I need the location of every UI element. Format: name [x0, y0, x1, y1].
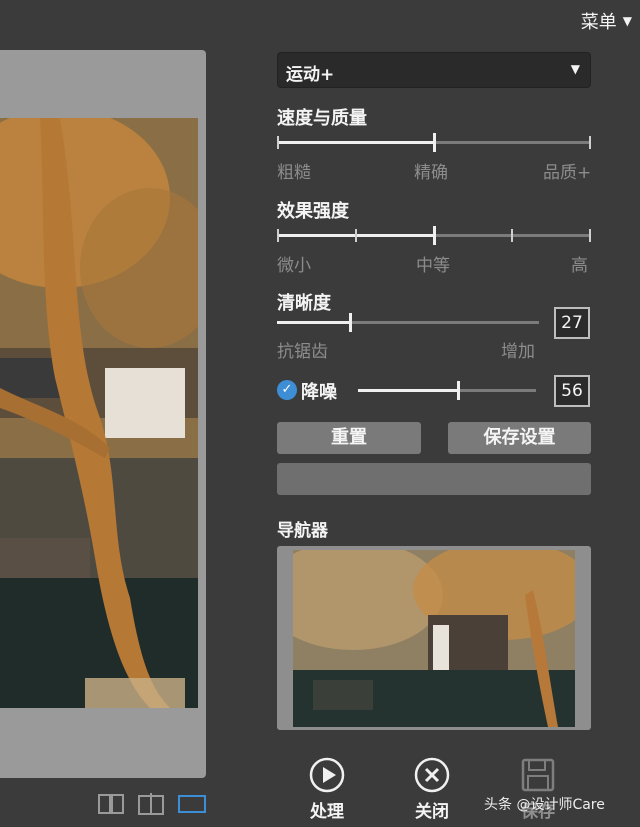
process-button[interactable]: 处理 — [304, 757, 350, 822]
single-view-icon[interactable] — [178, 794, 206, 818]
dropdown-arrow-icon: ▼ — [570, 62, 580, 76]
sharpness-thumb[interactable] — [349, 313, 352, 332]
save-icon — [520, 757, 556, 793]
save-settings-button[interactable]: 保存设置 — [448, 422, 591, 454]
effect-label-high: 高 — [571, 256, 588, 276]
speed-label-coarse: 粗糙 — [277, 163, 311, 183]
slider-tick — [277, 136, 279, 149]
speed-label-quality: 品质+ — [543, 163, 592, 183]
sharpness-title: 清晰度 — [277, 293, 331, 314]
denoise-checkbox[interactable]: ✓ — [277, 380, 297, 400]
sharpness-value-field[interactable]: 27 — [554, 307, 590, 339]
sharpness-slider[interactable] — [277, 313, 539, 332]
split-view-icon[interactable] — [98, 794, 124, 818]
speed-quality-thumb[interactable] — [433, 133, 436, 152]
preview-scene — [0, 118, 198, 708]
sharpness-fill — [277, 321, 350, 324]
sharpness-label-increase: 增加 — [501, 342, 535, 362]
effect-label-medium: 中等 — [416, 256, 450, 276]
navigator-title: 导航器 — [277, 521, 328, 541]
denoise-label: 降噪 — [301, 382, 337, 403]
watermark: 头条 @设计师Care — [484, 797, 605, 813]
navigator-thumbnail[interactable] — [293, 550, 575, 727]
view-mode-switcher — [98, 793, 206, 819]
empty-bar — [277, 463, 591, 495]
menu-label: 菜单 — [580, 12, 617, 33]
slider-tick — [511, 229, 513, 242]
close-label: 关闭 — [415, 802, 449, 822]
close-icon — [414, 757, 450, 793]
slider-tick — [355, 229, 357, 242]
effect-strength-slider[interactable] — [277, 226, 591, 245]
speed-quality-fill — [277, 141, 434, 144]
preset-dropdown[interactable]: 运动+ ▼ — [277, 52, 591, 88]
speed-label-precise: 精确 — [414, 163, 448, 183]
speed-quality-title: 速度与质量 — [277, 108, 367, 129]
menu-caret-icon: ▼ — [622, 14, 632, 28]
play-icon — [309, 757, 345, 793]
speed-quality-slider[interactable] — [277, 133, 591, 152]
close-button[interactable]: 关闭 — [409, 757, 455, 822]
denoise-slider[interactable] — [358, 381, 536, 400]
effect-strength-title: 效果强度 — [277, 201, 349, 222]
denoise-thumb[interactable] — [457, 381, 460, 400]
compare-view-icon[interactable] — [138, 793, 164, 819]
effect-label-low: 微小 — [277, 256, 311, 276]
denoise-value-field[interactable]: 56 — [554, 375, 590, 407]
menu-button[interactable]: 菜单 ▼ — [581, 8, 632, 34]
denoise-fill — [358, 389, 458, 392]
navigator-scene — [293, 550, 575, 727]
process-label: 处理 — [310, 802, 344, 822]
slider-tick — [277, 229, 279, 242]
preview-image[interactable] — [0, 118, 198, 708]
sharpness-label-antialias: 抗锯齿 — [277, 342, 328, 362]
slider-tick — [589, 229, 591, 242]
slider-tick — [589, 136, 591, 149]
preset-value: 运动+ — [286, 65, 335, 85]
reset-button[interactable]: 重置 — [277, 422, 421, 454]
effect-strength-thumb[interactable] — [433, 226, 436, 245]
